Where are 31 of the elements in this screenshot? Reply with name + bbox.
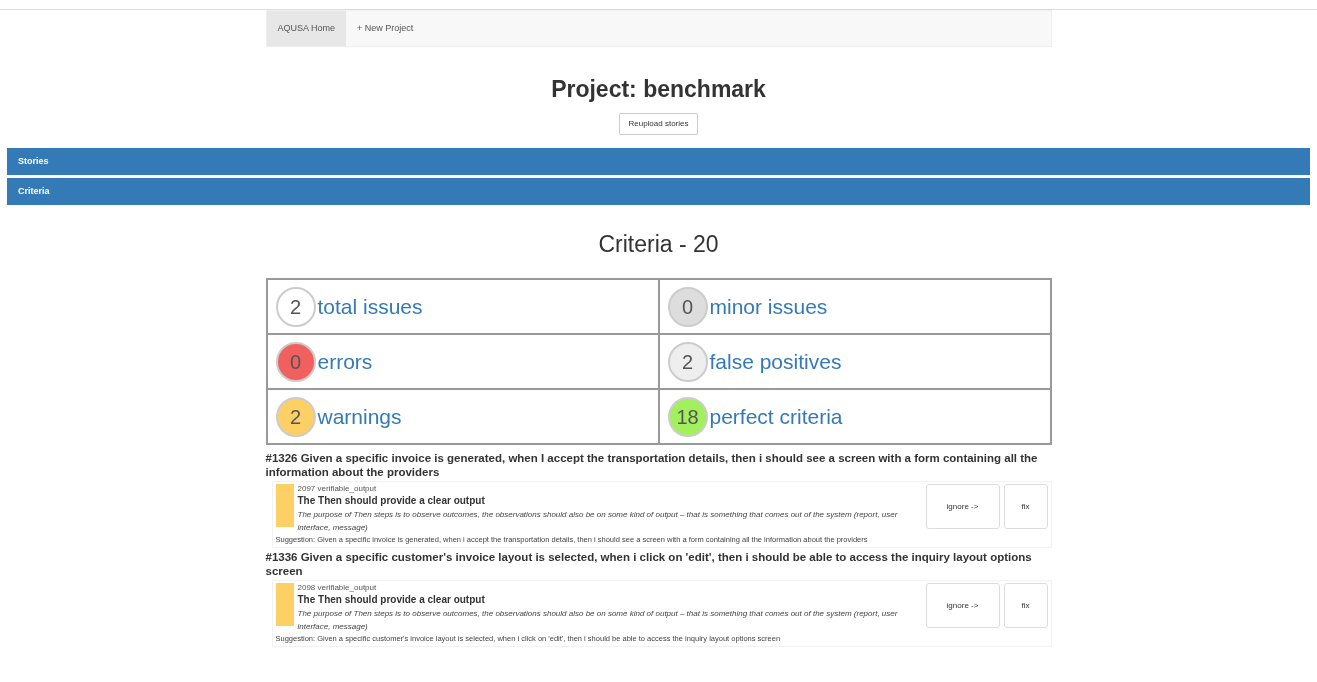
stat-link[interactable]: minor issues bbox=[709, 290, 828, 323]
stat-link[interactable]: errors bbox=[317, 345, 373, 378]
stat-link[interactable]: false positives bbox=[709, 345, 842, 378]
stat-link[interactable]: perfect criteria bbox=[709, 400, 843, 433]
stat-link[interactable]: warnings bbox=[317, 400, 402, 433]
count-badge: 18 bbox=[667, 396, 708, 437]
issue-description: The purpose of Then steps is to observe outcomes, the observations should also be on some kind of output – that is something that comes out of the system (report, user interface, message) bbox=[297, 509, 899, 534]
section-title: Criteria - 20 bbox=[597, 230, 720, 258]
nav-link[interactable]: AQUSA Home bbox=[266, 11, 347, 46]
issue-description: The purpose of Then steps is to observe outcomes, the observations should also be on some kind of output – that is something that comes out of the system (report, user interface, message) bbox=[297, 608, 899, 633]
fix-button[interactable]: fix bbox=[1003, 583, 1048, 628]
ignore-button[interactable]: ignore -> bbox=[925, 484, 1000, 529]
count-badge: 0 bbox=[667, 286, 708, 327]
issue-heading: The Then should provide a clear output bbox=[297, 593, 486, 607]
reupload-button[interactable]: Reupload stories bbox=[619, 113, 698, 135]
count-badge: 2 bbox=[275, 396, 316, 437]
issue-code: 2098 verifiable_output bbox=[297, 583, 378, 593]
ignore-button[interactable]: ignore -> bbox=[925, 583, 1000, 628]
panel-heading[interactable]: Criteria bbox=[7, 178, 1310, 205]
panel-heading[interactable]: Stories bbox=[7, 148, 1310, 175]
story-text: #1336 Given a specific customer's invoice layout is selected, when i click on 'edit', then i should be able to access the inquiry layout options screen bbox=[265, 550, 1033, 578]
count-badge: 2 bbox=[667, 341, 708, 382]
issue-heading: The Then should provide a clear output bbox=[297, 494, 486, 508]
count-badge: 2 bbox=[275, 286, 316, 327]
fix-button[interactable]: fix bbox=[1003, 484, 1048, 529]
page-title: Project: benchmark bbox=[550, 75, 767, 103]
nav-link[interactable]: + New Project bbox=[346, 11, 425, 46]
stat-link[interactable]: total issues bbox=[317, 290, 423, 323]
story-text: #1326 Given a specific invoice is generated, when I accept the transportation details, then i should see a screen with a form containing all the information about the providers bbox=[265, 451, 1039, 479]
issue-code: 2097 verifiable_output bbox=[297, 484, 378, 494]
count-badge: 0 bbox=[275, 341, 316, 382]
